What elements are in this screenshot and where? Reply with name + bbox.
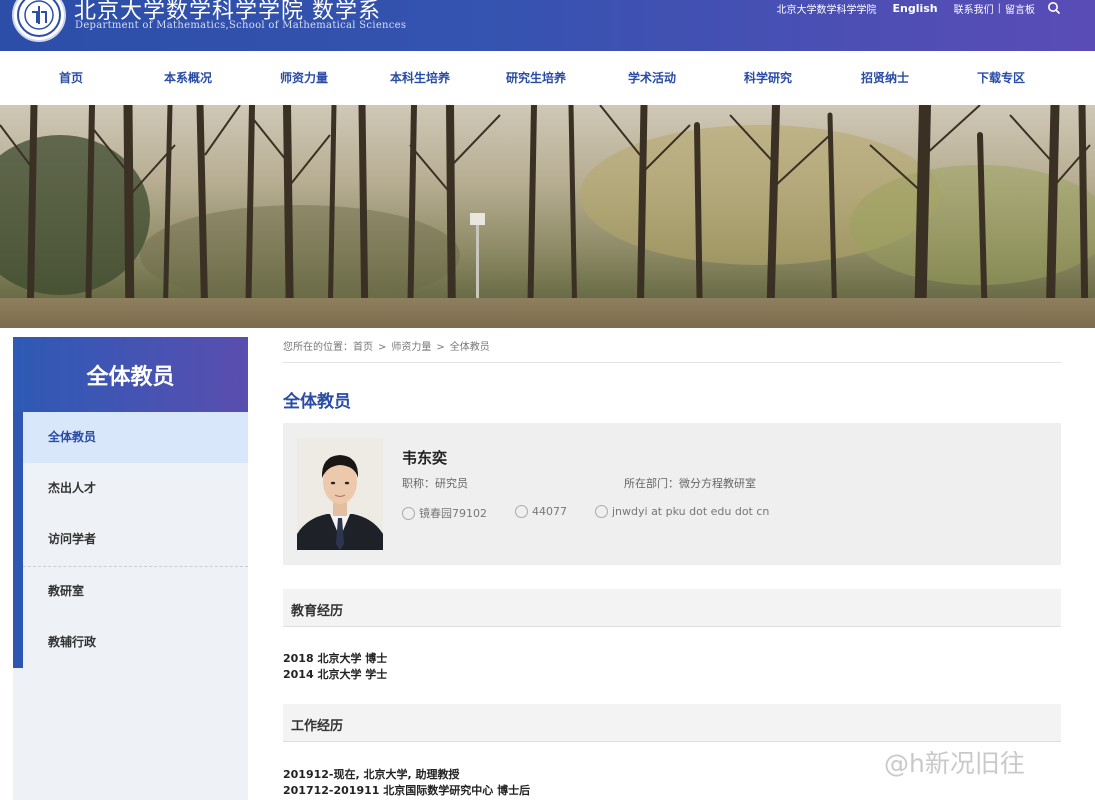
profile-card: 韦东奕 职称：研究员 所在部门：微分方程教研室 镜春园79102 44077 j…: [283, 423, 1061, 565]
sidebar-item-all-faculty[interactable]: 全体教员: [23, 412, 248, 463]
breadcrumb-faculty[interactable]: 师资力量: [391, 342, 431, 353]
breadcrumb-all-faculty[interactable]: 全体教员: [450, 342, 490, 353]
nav-downloads[interactable]: 下载专区: [977, 69, 1025, 86]
search-icon[interactable]: [1047, 1, 1061, 15]
section-education: 教育经历: [283, 589, 1061, 627]
contact-phone: 44077: [515, 505, 567, 518]
sidebar: 全体教员 全体教员 杰出人才 访问学者 教研室 教辅行政: [13, 337, 248, 800]
nav-home[interactable]: 首页: [59, 69, 83, 86]
contact-office: 镜春园79102: [402, 505, 487, 521]
education-entry: 2018 北京大学 博士: [283, 652, 388, 665]
top-banner: 北京大学数学科学学院 数学系 Department of Mathematics…: [0, 0, 1095, 51]
sidebar-item-teaching-sections[interactable]: 教研室: [23, 566, 248, 617]
sidebar-item-distinguished[interactable]: 杰出人才: [23, 463, 248, 514]
email-address[interactable]: jnwdyi at pku dot edu dot cn: [612, 505, 769, 518]
profile-photo: [297, 438, 383, 550]
office-address: 镜春园79102: [419, 507, 487, 520]
hero-banner-image: [0, 105, 1095, 328]
location-icon: [402, 506, 415, 520]
link-separator: |: [997, 2, 1001, 14]
person-name: 韦东奕: [402, 449, 448, 467]
phone-number: 44077: [532, 505, 567, 518]
main-nav: 首页 本系概况 师资力量 本科生培养 研究生培养 学术活动 科学研究 招贤纳士 …: [0, 51, 1095, 106]
watermark-text: @h新况旧往: [884, 749, 1025, 778]
work-entry: 201712-201911 北京国际数学研究中心 博士后: [283, 784, 531, 797]
breadcrumb-prefix: 您所在的位置：: [283, 342, 353, 353]
pku-logo[interactable]: [12, 0, 66, 42]
education-entry: 2014 北京大学 学士: [283, 668, 388, 681]
breadcrumb: 您所在的位置：首页 > 师资力量 > 全体教员: [283, 338, 490, 353]
sidebar-item-admin-staff[interactable]: 教辅行政: [23, 617, 248, 668]
breadcrumb-arrow: >: [436, 342, 445, 353]
breadcrumb-home[interactable]: 首页: [353, 342, 373, 353]
person-department: 所在部门：微分方程教研室: [624, 477, 756, 490]
hero-ground: [0, 298, 1095, 328]
link-contact[interactable]: 联系我们: [954, 1, 994, 16]
link-english[interactable]: English: [892, 2, 937, 15]
breadcrumb-arrow: >: [378, 342, 387, 353]
nav-overview[interactable]: 本系概况: [164, 69, 212, 86]
section-work: 工作经历: [283, 704, 1061, 742]
nav-undergraduate[interactable]: 本科生培养: [390, 69, 450, 86]
page-title: 全体教员: [283, 392, 351, 412]
top-links: 北京大学数学科学学院 English 联系我们 | 留言板: [760, 0, 1035, 16]
nav-recruitment[interactable]: 招贤纳士: [861, 69, 909, 86]
link-message-board[interactable]: 留言板: [1005, 1, 1035, 16]
email-icon: [595, 505, 608, 518]
work-heading: 工作经历: [291, 719, 344, 734]
sidebar-title: 全体教员: [13, 337, 248, 412]
education-heading: 教育经历: [291, 604, 344, 619]
person-title: 职称：研究员: [402, 477, 468, 490]
breadcrumb-divider: [283, 362, 1061, 363]
contact-email: jnwdyi at pku dot edu dot cn: [595, 505, 769, 518]
phone-icon: [515, 505, 528, 518]
work-entry: 201912-现在, 北京大学, 助理教授: [283, 768, 460, 781]
link-school[interactable]: 北京大学数学科学学院: [776, 1, 876, 16]
nav-academic-activities[interactable]: 学术活动: [628, 69, 676, 86]
sidebar-item-visiting-scholars[interactable]: 访问学者: [23, 514, 248, 565]
nav-graduate[interactable]: 研究生培养: [506, 69, 566, 86]
nav-faculty[interactable]: 师资力量: [280, 69, 328, 86]
nav-research[interactable]: 科学研究: [744, 69, 792, 86]
site-subtitle: Department of Mathematics,School of Math…: [75, 20, 407, 31]
